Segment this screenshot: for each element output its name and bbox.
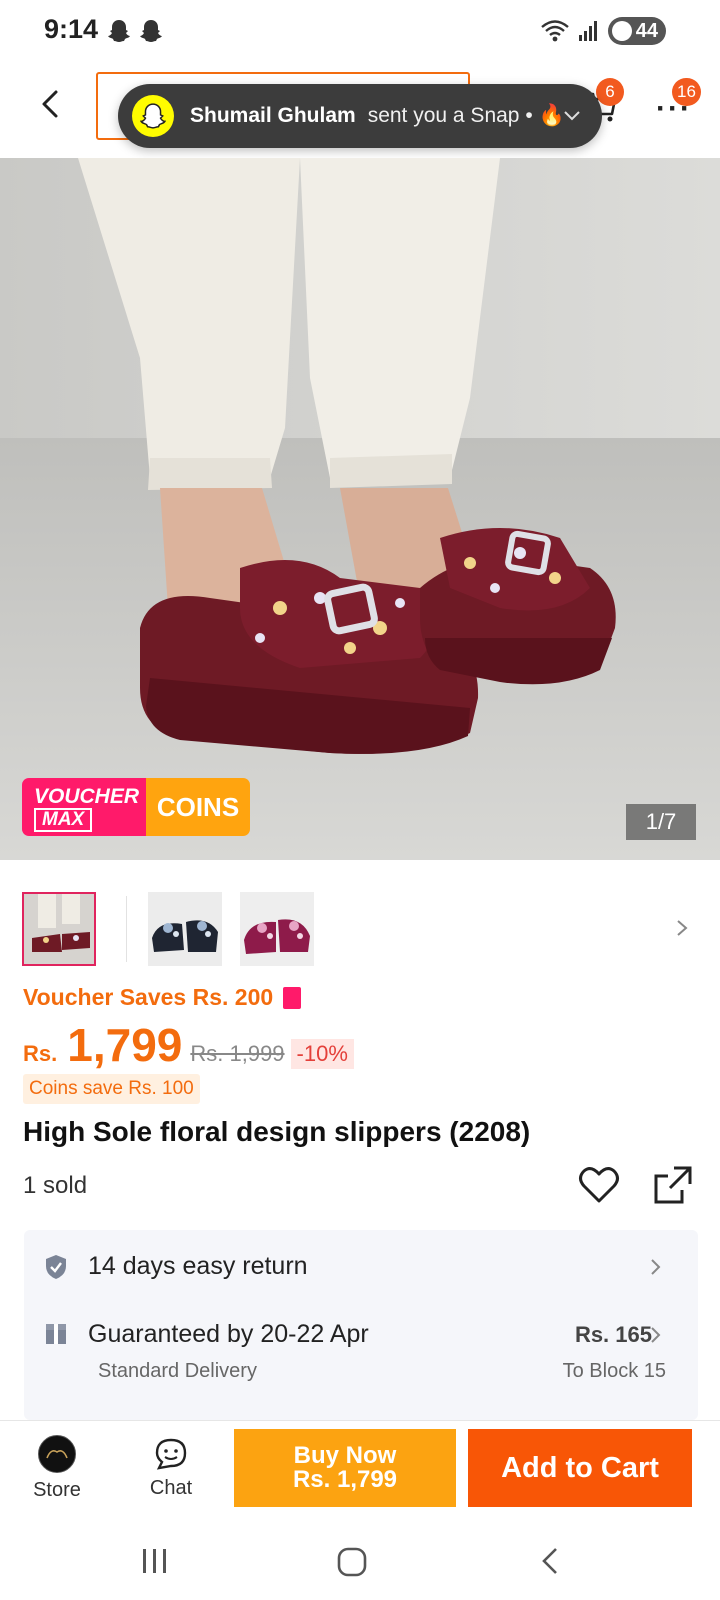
return-policy-text: 14 days easy return [88, 1252, 308, 1280]
price-currency: Rs. [23, 1041, 58, 1066]
thumbnail-divider [126, 896, 127, 962]
snapchat-notification[interactable]: Shumail Ghulam sent you a Snap • 🔥 [118, 84, 602, 148]
status-time: 9:14 [44, 14, 99, 44]
thumbnail-image[interactable] [240, 892, 314, 966]
delivery-type-text: Standard Delivery [98, 1360, 257, 1382]
battery-level: 44 [635, 19, 658, 42]
cart-count-badge: 6 [596, 78, 624, 106]
product-title: High Sole floral design slippers (2208) [23, 1116, 531, 1147]
voucher-max-label: VOUCHER MAX [22, 778, 146, 836]
coins-save-badge: Coins save Rs. 100 [23, 1074, 200, 1104]
notification-sender: Shumail Ghulam [190, 104, 356, 127]
delivery-fee: Rs. 165 [574, 1322, 652, 1347]
return-policy-row[interactable]: 14 days easy return [24, 1230, 698, 1300]
wishlist-heart-icon[interactable] [578, 1166, 620, 1204]
product-image-gallery[interactable]: VOUCHER MAX COINS 1/7 [0, 158, 720, 860]
system-back-icon[interactable] [538, 1546, 562, 1576]
buy-now-label: Buy Now [293, 1442, 397, 1469]
add-to-cart-button[interactable]: Add to Cart [468, 1429, 692, 1507]
buy-now-button[interactable]: Buy Now Rs. 1,799 [234, 1429, 456, 1507]
battery-saver-icon [611, 21, 632, 41]
snapchat-ghost-icon [108, 20, 130, 42]
product-photo [0, 158, 720, 860]
delivery-box-icon [46, 1324, 66, 1344]
delivery-row[interactable]: Guaranteed by 20-22 Apr Standard Deliver… [24, 1300, 698, 1400]
store-label: Store [33, 1479, 81, 1501]
signal-icon [578, 21, 597, 41]
coins-label: COINS [146, 778, 250, 836]
messages-count-badge: 16 [672, 78, 701, 106]
chevron-right-icon [651, 1327, 661, 1343]
chevron-down-icon[interactable] [562, 106, 582, 126]
status-bar: 9:14 44 [0, 0, 720, 62]
discount-badge: -10% [290, 1039, 354, 1069]
current-price: 1,799 [67, 1019, 183, 1071]
chat-button[interactable]: Chat [126, 1431, 216, 1500]
chat-icon [155, 1438, 187, 1470]
service-info-card: 14 days easy return Guaranteed by 20-22 … [24, 1230, 698, 1420]
system-navigation-bar [0, 1524, 720, 1600]
share-icon[interactable] [652, 1164, 694, 1206]
sold-count: 1 sold [23, 1172, 88, 1199]
voucher-max-coins-banner[interactable]: VOUCHER MAX COINS [22, 778, 250, 836]
chat-label: Chat [149, 1477, 193, 1499]
delivery-date-text: Guaranteed by 20-22 Apr [88, 1320, 369, 1348]
snapchat-logo-icon [132, 95, 174, 137]
home-icon[interactable] [336, 1546, 368, 1578]
chevron-right-icon[interactable] [674, 918, 690, 938]
shield-check-icon [46, 1255, 66, 1279]
notification-message: sent you a Snap • 🔥 [367, 104, 565, 127]
voucher-icon [283, 986, 302, 1009]
voucher-saves-text[interactable]: Voucher Saves Rs. 200 [23, 984, 302, 1011]
recent-apps-icon[interactable] [140, 1546, 170, 1576]
bottom-action-bar: Store Chat Buy Now Rs. 1,799 Add to Cart [0, 1420, 720, 1524]
battery-indicator: 44 [607, 17, 666, 45]
store-button[interactable]: Store [12, 1431, 102, 1502]
snapchat-ghost-icon [140, 20, 162, 42]
thumbnail-image[interactable] [148, 892, 222, 966]
back-arrow-icon[interactable] [32, 84, 72, 124]
buy-now-price: Rs. 1,799 [292, 1466, 398, 1493]
original-price: Rs. 1,999 [190, 1041, 285, 1066]
store-logo-icon [38, 1435, 76, 1473]
wifi-icon [540, 20, 569, 42]
thumbnail-image[interactable] [22, 892, 96, 966]
thumbnail-strip [0, 860, 720, 970]
chevron-right-icon [651, 1259, 661, 1275]
image-counter: 1/7 [626, 804, 696, 840]
delivery-location: To Block 15 [562, 1360, 666, 1382]
price-row: Rs. 1,799 Rs. 1,999 -10% [23, 1018, 354, 1076]
